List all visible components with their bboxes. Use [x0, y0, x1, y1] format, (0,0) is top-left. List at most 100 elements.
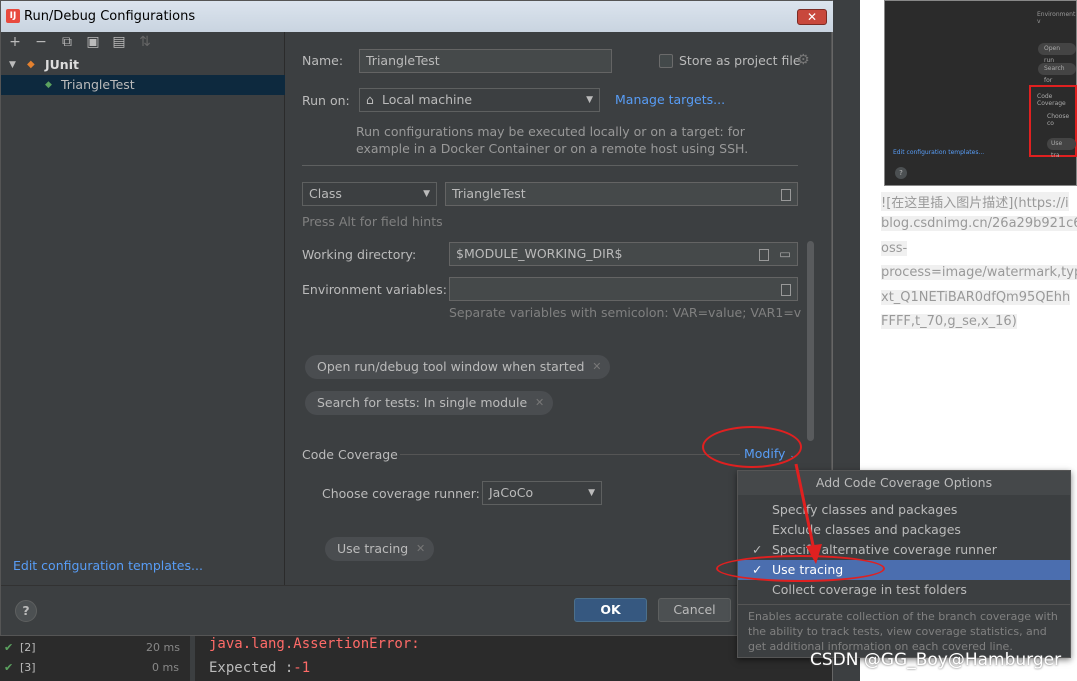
- expected-prefix: Expected :: [209, 660, 294, 676]
- working-directory-label: Working directory:: [302, 247, 417, 262]
- alt-hint: Press Alt for field hints: [302, 214, 443, 229]
- coverage-runner-dropdown[interactable]: JaCoCo ▼: [482, 481, 602, 505]
- tree-item-triangletest[interactable]: ◆ TriangleTest: [1, 75, 285, 95]
- popup-divider: [738, 604, 1070, 605]
- popup-item-label: Collect coverage in test folders: [772, 582, 967, 597]
- chevron-down-icon[interactable]: ▼: [9, 55, 16, 75]
- check-icon: ✔: [4, 661, 14, 674]
- plus-icon[interactable]: +: [7, 34, 23, 50]
- console-expected-line: Expected :-1: [209, 660, 310, 676]
- macro-icon[interactable]: [759, 249, 769, 261]
- working-directory-value: $MODULE_WORKING_DIR$: [456, 246, 623, 261]
- edit-templates-link[interactable]: Edit configuration templates...: [13, 558, 203, 573]
- thumb-help-icon: ?: [895, 167, 907, 179]
- thumb-text: Environment v: [1037, 11, 1076, 25]
- thumb-text: Code Coverage: [1037, 93, 1066, 107]
- test-result-row[interactable]: ✔ [3] 0 ms: [0, 658, 190, 678]
- background-text-line: process=image/watermark,typ: [881, 265, 1077, 280]
- check-icon: ✔: [4, 641, 14, 654]
- tag-use-tracing[interactable]: Use tracing ✕: [325, 537, 435, 561]
- background-text-line: oss-: [881, 241, 908, 256]
- console-divider[interactable]: [190, 636, 195, 681]
- tree-toolbar: + − ⧉ ▣ ▤ ⇅: [1, 32, 285, 54]
- test-result-row[interactable]: ✔ [2] 20 ms: [0, 638, 190, 658]
- tag-label: Open run/debug tool window when started: [317, 359, 585, 374]
- test-result-label: [2]: [20, 641, 36, 654]
- watermark: CSDN @GG_Boy@Hamburger: [810, 650, 1062, 670]
- thumb-text: Choose co: [1047, 113, 1070, 127]
- store-as-project-file-checkbox[interactable]: [659, 54, 673, 68]
- close-icon[interactable]: ✕: [535, 391, 544, 415]
- working-directory-field[interactable]: $MODULE_WORKING_DIR$ ▭: [449, 242, 798, 266]
- env-hint: Separate variables with semicolon: VAR=v…: [449, 305, 801, 320]
- minus-icon[interactable]: −: [33, 34, 49, 50]
- background-text-line: xt_Q1NETiBAR0dfQm95QEhh: [881, 290, 1071, 305]
- background-text-line: blog.csdnimg.cn/26a29b921c6: [881, 216, 1077, 231]
- test-kind-dropdown[interactable]: Class ▼: [302, 182, 437, 206]
- expected-value: -1: [293, 660, 311, 676]
- chevron-down-icon: ▼: [588, 488, 595, 498]
- name-field[interactable]: TriangleTest: [359, 49, 612, 73]
- background-thumbnail: Environment v Open run Search for Code C…: [884, 0, 1077, 186]
- ok-button[interactable]: OK: [574, 598, 647, 622]
- title-bar[interactable]: IJ Run/Debug Configurations ✕: [1, 1, 833, 32]
- sort-icon[interactable]: ⇅: [137, 34, 153, 50]
- run-on-label: Run on:: [302, 93, 350, 108]
- tree-group-junit[interactable]: ▼ ◆ JUnit: [1, 55, 285, 75]
- store-as-project-file-label: Store as project file: [679, 53, 801, 68]
- coverage-runner-label: Choose coverage runner:: [322, 486, 480, 501]
- env-variables-label: Environment variables:: [302, 282, 447, 297]
- help-button[interactable]: ?: [15, 600, 37, 622]
- test-result-label: [3]: [20, 661, 36, 674]
- test-result-time: 20 ms: [146, 641, 180, 654]
- tree-item-label: TriangleTest: [61, 77, 135, 92]
- config-tree-pane: + − ⧉ ▣ ▤ ⇅ ▼ ◆ JUnit ◆ TriangleTest Edi…: [1, 32, 285, 585]
- thumb-link: Edit configuration templates...: [893, 149, 985, 156]
- coverage-runner-value: JaCoCo: [489, 485, 534, 500]
- tag-search-tests[interactable]: Search for tests: In single module ✕: [305, 391, 554, 415]
- section-divider: [400, 454, 740, 455]
- copy-icon[interactable]: ⧉: [59, 34, 75, 50]
- folder-icon[interactable]: ▭: [779, 243, 791, 265]
- class-value: TriangleTest: [452, 186, 526, 201]
- popup-item-collect-test-folders[interactable]: Collect coverage in test folders: [738, 580, 1070, 600]
- test-result-time: 0 ms: [152, 661, 179, 674]
- thumb-tag: Search for: [1038, 63, 1076, 84]
- run-on-dropdown[interactable]: ⌂ Local machine ▼: [359, 88, 600, 112]
- chevron-down-icon: ▼: [423, 189, 430, 199]
- home-icon: ⌂: [366, 92, 374, 107]
- test-kind-value: Class: [309, 186, 342, 201]
- clipped-field: [302, 158, 798, 166]
- env-variables-field[interactable]: [449, 277, 798, 301]
- close-icon[interactable]: ✕: [592, 355, 601, 379]
- test-console: ✔ [2] 20 ms ✔ [3] 0 ms java.lang.Asserti…: [0, 636, 832, 681]
- close-icon[interactable]: ✕: [416, 537, 425, 561]
- annotation-arrow: [794, 463, 822, 564]
- tag-label: Search for tests: In single module: [317, 395, 528, 410]
- tag-label: Use tracing: [337, 541, 409, 556]
- app-icon: IJ: [6, 9, 20, 23]
- dialog-button-bar: ? OK Cancel: [1, 585, 831, 635]
- run-on-value: Local machine: [382, 92, 473, 107]
- gear-icon[interactable]: ⚙: [797, 52, 810, 68]
- background-text-line: FFFF,t_70,g_se,x_16): [881, 314, 1017, 329]
- console-error-line: java.lang.AssertionError:: [209, 636, 420, 652]
- cancel-button[interactable]: Cancel: [658, 598, 731, 622]
- run-on-hint: Run configurations may be executed local…: [356, 124, 745, 139]
- class-field[interactable]: TriangleTest: [445, 182, 798, 206]
- tree-group-label: JUnit: [45, 57, 79, 72]
- manage-targets-link[interactable]: Manage targets...: [615, 92, 725, 107]
- junit-icon: ◆: [27, 59, 35, 70]
- run-debug-dialog: IJ Run/Debug Configurations ✕ + − ⧉ ▣ ▤ …: [0, 0, 833, 636]
- close-button[interactable]: ✕: [797, 9, 827, 25]
- edit-env-icon[interactable]: [781, 284, 791, 296]
- background-text-line: ![在这里插入图片描述](https://i: [881, 192, 1069, 211]
- thumb-tag: Use tra: [1047, 138, 1076, 159]
- code-coverage-section-title: Code Coverage: [302, 447, 398, 462]
- folder-add-icon[interactable]: ▤: [111, 34, 127, 50]
- form-scrollbar[interactable]: [807, 241, 814, 441]
- browse-icon[interactable]: [781, 189, 791, 201]
- tag-open-toolwindow[interactable]: Open run/debug tool window when started …: [305, 355, 611, 379]
- save-icon[interactable]: ▣: [85, 34, 101, 50]
- name-label: Name:: [302, 53, 344, 68]
